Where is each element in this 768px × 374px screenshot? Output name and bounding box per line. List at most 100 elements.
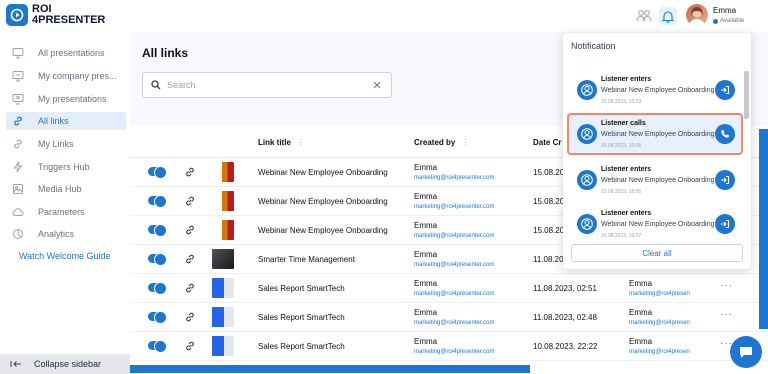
link-icon[interactable] bbox=[184, 166, 196, 178]
enter-icon[interactable] bbox=[715, 214, 735, 234]
modifier-email: marketing@roi4presen bbox=[629, 291, 690, 297]
phone-icon[interactable] bbox=[715, 124, 735, 144]
sidebar-item-my-presentations[interactable]: My presentations bbox=[6, 90, 126, 108]
status-dot bbox=[713, 18, 718, 24]
link-title: Webinar New Employee Onboarding bbox=[258, 226, 388, 235]
top-bar: ROI 4PRESENTER Emma Available bbox=[0, 0, 768, 32]
clear-search-icon[interactable] bbox=[373, 81, 381, 89]
active-toggle[interactable] bbox=[148, 224, 167, 237]
team-icon[interactable] bbox=[635, 7, 653, 25]
collapse-sidebar-label: Collapse sidebar bbox=[34, 359, 102, 369]
collapse-sidebar-button[interactable]: Collapse sidebar bbox=[0, 354, 130, 374]
active-toggle[interactable] bbox=[148, 195, 167, 208]
presentation-thumbnail bbox=[212, 220, 234, 240]
table-row[interactable]: Sales Report SmartTech Emma marketing@roi… bbox=[130, 274, 768, 303]
creator-name: Emma bbox=[414, 279, 438, 288]
table-row[interactable]: Sales Report SmartTech Emma marketing@roi… bbox=[130, 303, 768, 332]
notification-title: Listener enters bbox=[601, 76, 652, 83]
modifier-name: Emma bbox=[629, 337, 653, 346]
notification-title: Listener enters bbox=[601, 166, 652, 173]
link-icon[interactable] bbox=[184, 311, 196, 323]
sidebar-item-media-hub[interactable]: Media Hub bbox=[6, 180, 126, 198]
presentation-thumbnail bbox=[212, 336, 234, 356]
notification-item-highlighted[interactable]: Listener calls Webinar New Employee Onbo… bbox=[567, 113, 743, 155]
presentation-thumbnail bbox=[212, 249, 234, 269]
sidebar-item-company-presentations[interactable]: My company pres... bbox=[6, 67, 126, 85]
column-link-title[interactable]: Link title ⋮ bbox=[258, 138, 305, 147]
notification-title: Listener calls bbox=[601, 120, 646, 127]
presentation-thumbnail bbox=[212, 278, 234, 298]
link-icon[interactable] bbox=[184, 253, 196, 265]
sidebar-item-analytics[interactable]: Analytics bbox=[6, 225, 126, 243]
notification-scrollbar[interactable] bbox=[744, 71, 749, 119]
link-title: Smarter Time Management bbox=[258, 255, 355, 264]
presentation-thumbnail bbox=[212, 162, 234, 182]
active-toggle[interactable] bbox=[148, 311, 167, 324]
active-toggle[interactable] bbox=[148, 166, 167, 179]
notification-subtitle: Webinar New Employee Onboarding bbox=[601, 177, 715, 184]
sidebar-item-label: My Links bbox=[38, 139, 74, 149]
more-options-icon[interactable]: ··· bbox=[720, 280, 733, 291]
presentation-icon bbox=[12, 47, 24, 59]
active-toggle[interactable] bbox=[148, 340, 167, 353]
sidebar-item-my-links[interactable]: My Links bbox=[6, 135, 126, 153]
company-presentation-icon bbox=[12, 70, 24, 82]
column-created-by[interactable]: Created by ⋮ bbox=[414, 138, 469, 147]
search-input[interactable] bbox=[167, 80, 373, 90]
link-title: Webinar New Employee Onboarding bbox=[258, 197, 388, 206]
sidebar: All presentations My company pres... My … bbox=[0, 32, 130, 374]
user-icon bbox=[577, 80, 597, 100]
column-menu-icon[interactable]: ⋮ bbox=[297, 138, 305, 147]
sidebar-item-all-links[interactable]: All links bbox=[6, 112, 126, 130]
search-box bbox=[142, 72, 392, 98]
creator-name: Emma bbox=[414, 250, 438, 259]
sidebar-item-triggers-hub[interactable]: Triggers Hub bbox=[6, 158, 126, 176]
link-icon[interactable] bbox=[184, 340, 196, 352]
user-presentation-icon bbox=[12, 93, 24, 105]
sidebar-item-all-presentations[interactable]: All presentations bbox=[6, 44, 126, 62]
table-row[interactable]: Sales Report SmartTech Emma marketing@roi… bbox=[130, 332, 768, 361]
user-icon bbox=[577, 214, 597, 234]
notification-item[interactable]: Listener enters Webinar New Employee Onb… bbox=[567, 159, 743, 201]
link-icon[interactable] bbox=[184, 195, 196, 207]
link-icon[interactable] bbox=[184, 224, 196, 236]
notification-item[interactable]: Listener enters Webinar New Employee Onb… bbox=[567, 203, 743, 239]
column-date-created[interactable]: Date Cr bbox=[533, 138, 561, 147]
notification-time: 15.08.2023, 10:06 bbox=[601, 143, 642, 149]
sidebar-item-label: My company pres... bbox=[38, 71, 117, 81]
creator-email: marketing@roi4presenter.com bbox=[414, 262, 495, 268]
active-toggle[interactable] bbox=[148, 253, 167, 266]
watch-welcome-guide-link[interactable]: Watch Welcome Guide bbox=[19, 251, 111, 261]
modified-by-cell: Emma marketing@roi4presen bbox=[629, 336, 690, 358]
avatar[interactable] bbox=[686, 4, 708, 26]
chart-icon bbox=[12, 228, 24, 240]
clear-all-button[interactable]: Clear all bbox=[571, 244, 743, 262]
notification-item[interactable]: Listener enters Webinar New Employee Onb… bbox=[567, 69, 743, 111]
notification-subtitle: Webinar New Employee Onboarding bbox=[601, 131, 715, 138]
logo-line2: 4PRESENTER bbox=[32, 14, 106, 26]
active-toggle[interactable] bbox=[148, 282, 167, 295]
enter-icon[interactable] bbox=[715, 170, 735, 190]
bell-icon[interactable] bbox=[659, 7, 677, 25]
column-menu-icon[interactable]: ⋮ bbox=[461, 138, 469, 147]
notification-time: 15.08.2023, 10:07 bbox=[601, 233, 642, 239]
sidebar-item-label: Media Hub bbox=[38, 184, 82, 194]
notification-list: Listener enters Webinar New Employee Onb… bbox=[563, 59, 751, 239]
chat-button[interactable] bbox=[730, 336, 762, 368]
logo[interactable]: ROI 4PRESENTER bbox=[6, 4, 106, 26]
link-icon[interactable] bbox=[184, 282, 196, 294]
date-created: 11.08.2023, 02:48 bbox=[533, 313, 597, 322]
modified-by-cell: Emma marketing@roi4presen bbox=[629, 307, 690, 329]
sidebar-item-parameters[interactable]: Parameters bbox=[6, 203, 126, 221]
user-status-text: Available bbox=[720, 18, 745, 24]
creator-name: Emma bbox=[414, 192, 438, 201]
creator-email: marketing@roi4presenter.com bbox=[414, 233, 495, 239]
creator-name: Emma bbox=[414, 308, 438, 317]
link-title: Sales Report SmartTech bbox=[258, 342, 345, 351]
enter-icon[interactable] bbox=[715, 80, 735, 100]
modifier-email: marketing@roi4presen bbox=[629, 349, 690, 355]
modifier-name: Emma bbox=[629, 308, 653, 317]
more-options-icon[interactable]: ··· bbox=[720, 309, 733, 320]
horizontal-scrollbar[interactable] bbox=[130, 365, 530, 373]
creator-email: marketing@roi4presenter.com bbox=[414, 320, 495, 326]
